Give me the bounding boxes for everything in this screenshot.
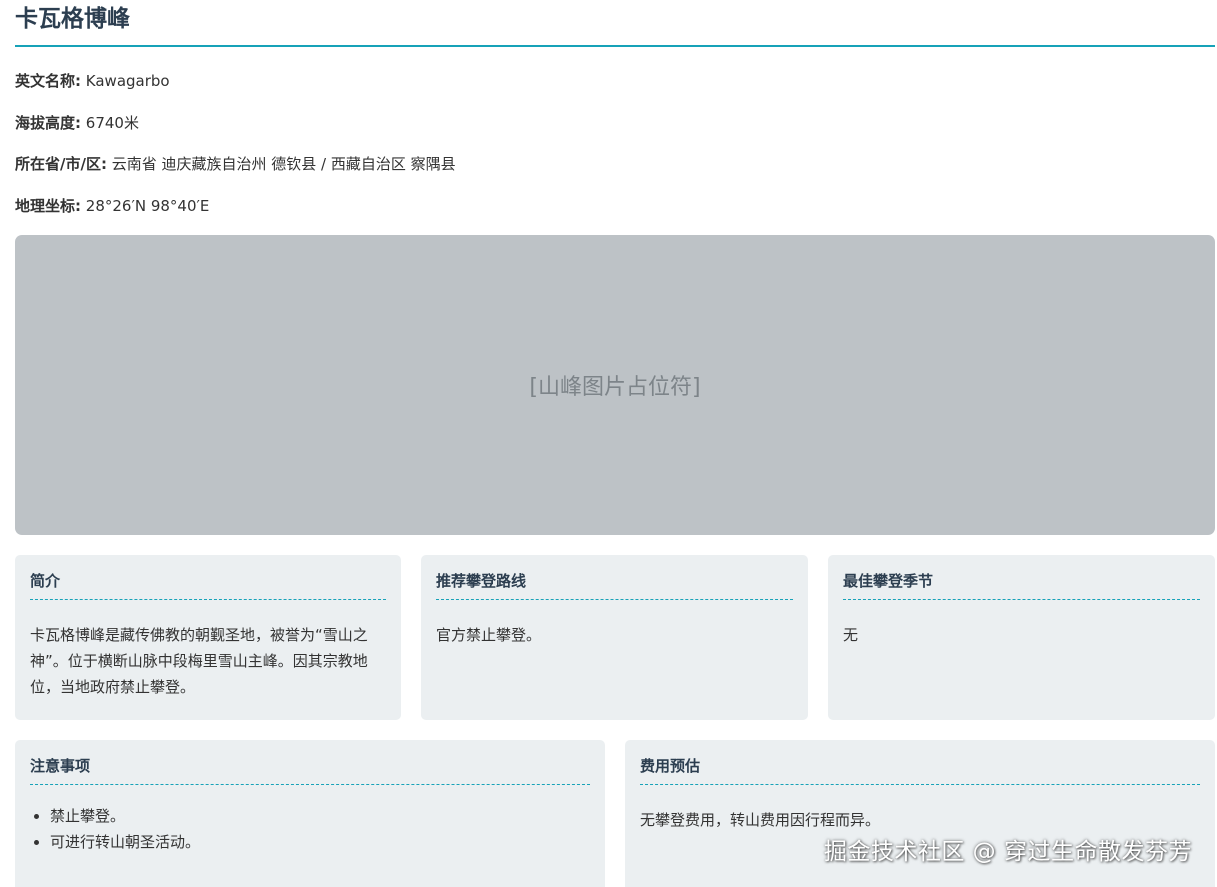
card-notes: 注意事项 禁止攀登。 可进行转山朝圣活动。: [15, 740, 605, 887]
meta-location: 所在省/市/区: 云南省 迪庆藏族自治州 德钦县 / 西藏自治区 察隅县: [15, 154, 456, 174]
card-intro: 简介 卡瓦格博峰是藏传佛教的朝觐圣地，被誉为“雪山之神”。位于横断山脉中段梅里雪…: [15, 555, 401, 720]
meta-value: 云南省 迪庆藏族自治州 德钦县 / 西藏自治区 察隅县: [111, 155, 456, 173]
list-item: 禁止攀登。: [50, 803, 590, 829]
card-heading: 注意事项: [30, 756, 590, 785]
placeholder-text: [山峰图片占位符]: [529, 375, 701, 400]
card-route: 推荐攀登路线 官方禁止攀登。: [421, 555, 808, 720]
meta-label: 海拔高度:: [15, 114, 81, 132]
meta-label: 所在省/市/区:: [15, 155, 107, 173]
mountain-image-placeholder: [山峰图片占位符]: [15, 235, 1215, 535]
page-title: 卡瓦格博峰: [15, 0, 1215, 47]
card-text: 无攀登费用，转山费用因行程而异。: [640, 811, 881, 829]
watermark: 掘金技术社区 @ 穿过生命散发芬芳: [823, 839, 1192, 865]
mountain-detail-page: 卡瓦格博峰 英文名称: Kawagarbo 海拔高度: 6740米 所在省/市/…: [15, 0, 1215, 887]
card-heading: 费用预估: [640, 756, 1200, 785]
card-heading: 最佳攀登季节: [843, 571, 1200, 600]
meta-english-name: 英文名称: Kawagarbo: [15, 71, 170, 91]
list-item: 可进行转山朝圣活动。: [50, 829, 590, 855]
meta-value: 6740米: [85, 114, 139, 132]
meta-altitude: 海拔高度: 6740米: [15, 113, 139, 133]
meta-label: 地理坐标:: [15, 197, 81, 215]
meta-value: Kawagarbo: [85, 72, 170, 90]
meta-coordinates: 地理坐标: 28°26′N 98°40′E: [15, 196, 209, 216]
meta-value: 28°26′N 98°40′E: [85, 197, 210, 215]
card-text: 官方禁止攀登。: [436, 626, 542, 644]
card-heading: 推荐攀登路线: [436, 571, 793, 600]
card-text: 卡瓦格博峰是藏传佛教的朝觐圣地，被誉为“雪山之神”。位于横断山脉中段梅里雪山主峰…: [30, 626, 368, 696]
card-season: 最佳攀登季节 无: [828, 555, 1215, 720]
notes-list: 禁止攀登。 可进行转山朝圣活动。: [30, 803, 590, 855]
card-text: 无: [843, 626, 859, 644]
meta-label: 英文名称:: [15, 72, 81, 90]
card-heading: 简介: [30, 571, 386, 600]
